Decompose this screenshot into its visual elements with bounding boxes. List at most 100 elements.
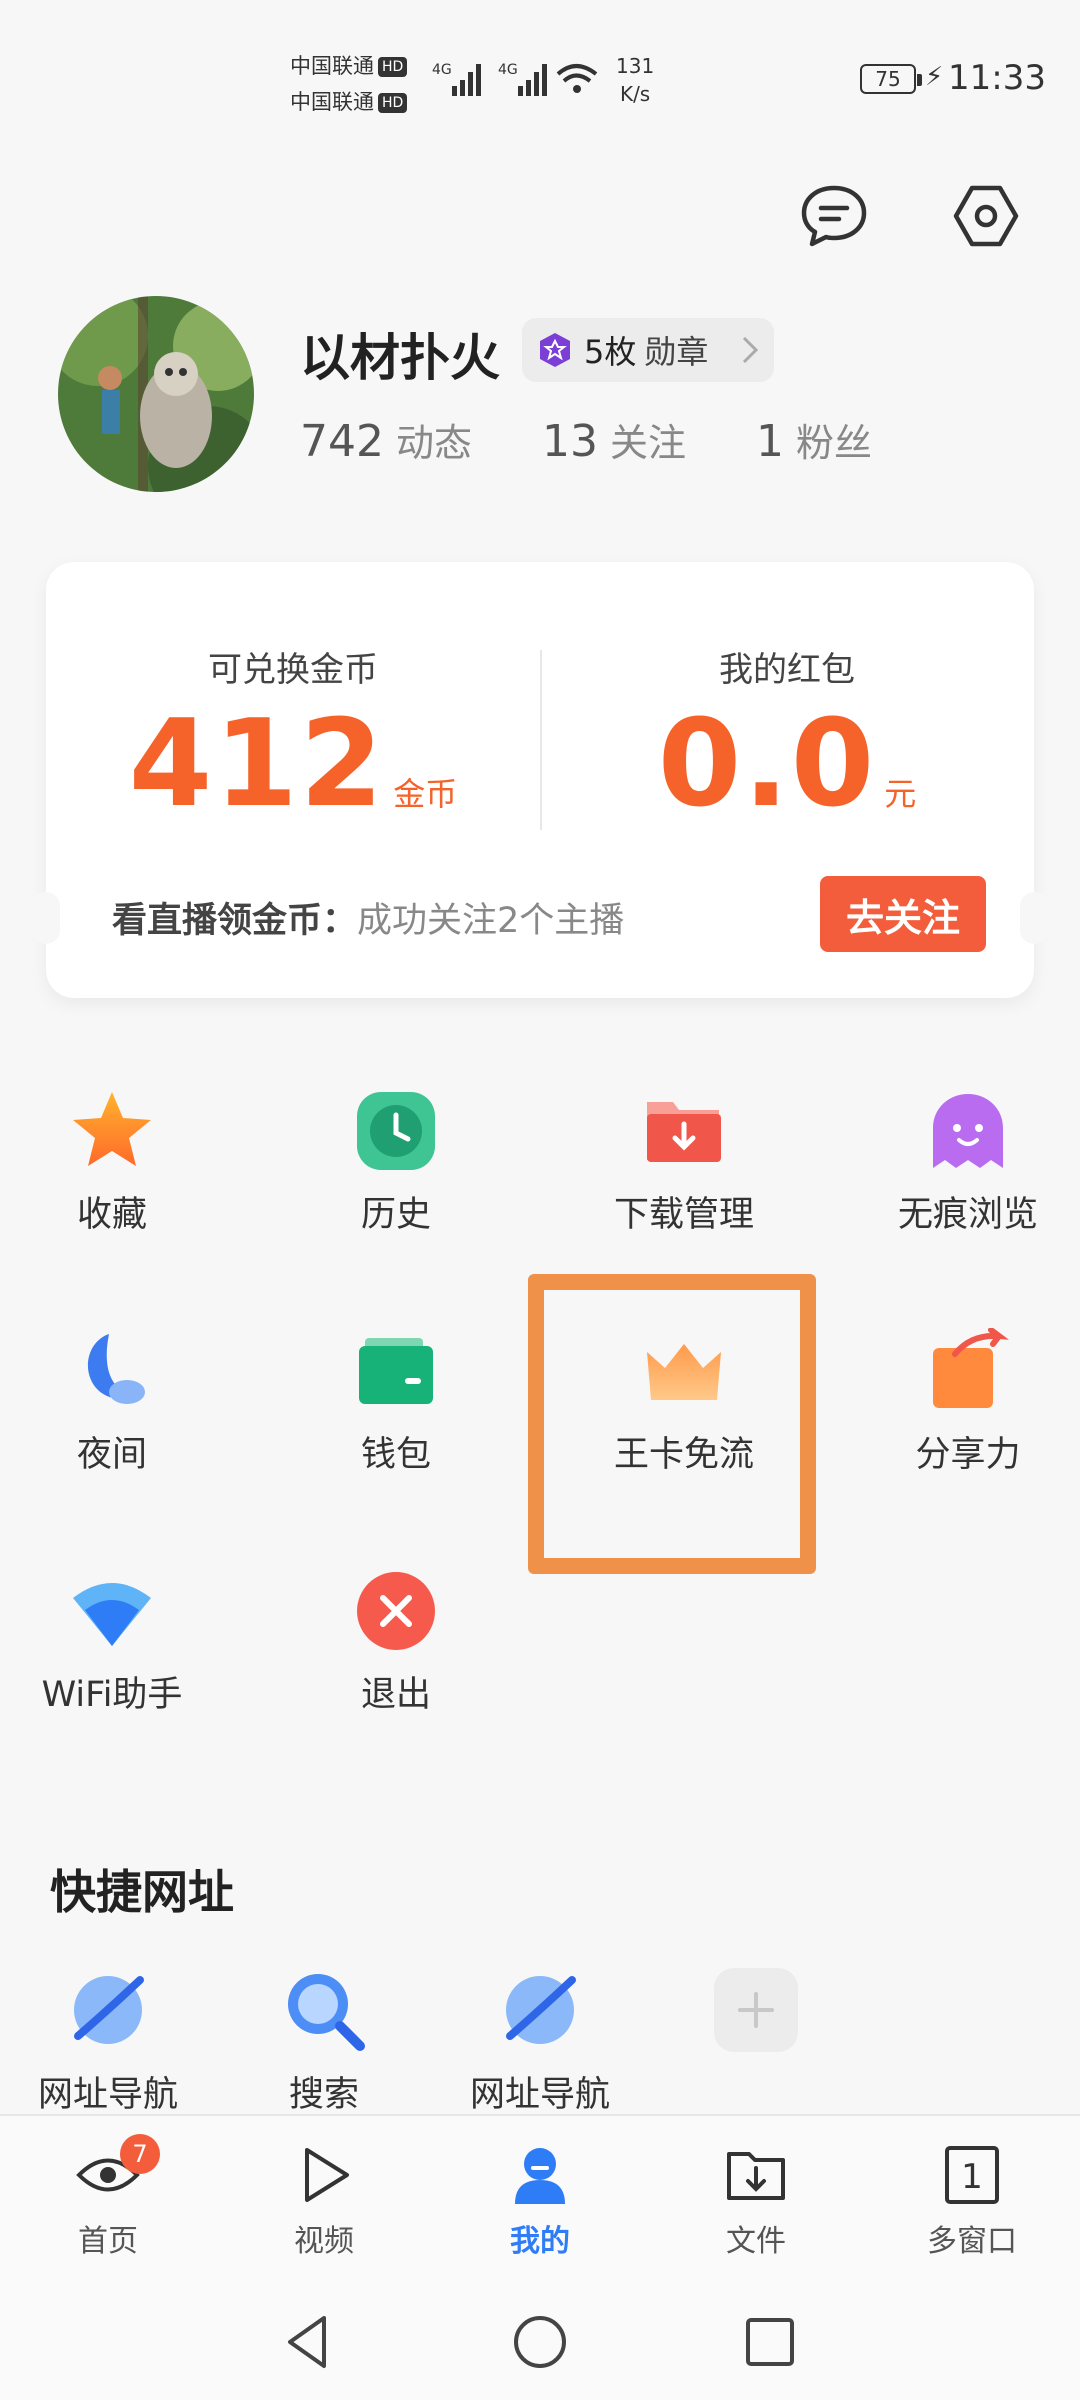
grid-item-history[interactable]: 历史 [286,1088,506,1237]
quick-links-title: 快捷网址 [50,1865,234,1919]
grid-label: 钱包 [360,1435,431,1475]
clock: 11:33 [948,58,1046,98]
network-speed: 131 K/s [616,52,654,108]
nav-home[interactable]: 7 首页 [28,2134,188,2260]
grid-item-wallet[interactable]: 钱包 [286,1328,506,1477]
grid-label: 退出 [360,1675,431,1715]
clock-icon [357,1092,435,1170]
window-count: 1 [961,2157,983,2197]
charging-icon: ⚡ [925,62,944,92]
grid-item-incognito[interactable]: 无痕浏览 [858,1088,1078,1237]
window-count-icon: 1 [945,2146,999,2204]
nav-label: 我的 [510,2224,570,2259]
carrier-1: 中国联通 [290,54,374,78]
task-title: 看直播领金币： [112,901,358,941]
task-desc: 成功关注2个主播 [357,901,625,941]
status-bar: 中国联通 HD 中国联通 HD 4G 4G 131 K/s 75 ⚡ 11:33 [0,0,1080,130]
redpacket-section[interactable]: 我的红包 0.0 元 [540,642,1034,834]
recents-icon[interactable] [740,2312,800,2372]
card-notch-left [32,892,60,944]
grid-item-night[interactable]: 夜间 [2,1328,222,1477]
medal-label: 勋章 [644,333,709,371]
quick-link-nav-2[interactable]: 网址导航 [440,1966,640,2117]
svg-text:4G: 4G [498,62,518,78]
quick-link-search[interactable]: 搜索 [224,1966,424,2117]
signal-icon: 4G 4G [432,62,598,96]
carrier-2: 中国联通 [290,90,374,114]
speed-value: 131 [616,54,655,78]
stat-posts[interactable]: 742 动态 [300,412,472,467]
follow-button[interactable]: 去关注 [820,876,986,952]
nav-files[interactable]: 文件 [676,2142,836,2260]
wifi-icon [73,1583,151,1646]
coin-card: 可兑换金币 412 金币 我的红包 0.0 元 看直播领金币：成功关注2个主播 去关… [32,562,1048,998]
coins-value: 412 [128,695,386,834]
back-icon[interactable] [280,2312,340,2372]
add-icon [714,1968,798,2052]
grid-item-wifi[interactable]: WiFi助手 [2,1568,222,1717]
highlight-box [528,1274,816,1574]
redpacket-value: 0.0 [657,695,877,834]
coins-title: 可兑换金币 [208,650,378,690]
redpacket-title: 我的红包 [719,650,855,690]
avatar-image [58,296,254,492]
stat-value: 13 [542,416,598,467]
username: 以材扑火 [300,329,500,387]
medal-badge[interactable]: 5枚 勋章 [522,318,774,382]
hd-badge-1: HD [378,57,408,77]
planet-icon [74,1976,144,2044]
grid-item-downloads[interactable]: 下载管理 [574,1088,794,1237]
nav-video[interactable]: 视频 [244,2142,404,2260]
grid-label: 分享力 [915,1435,1021,1475]
speed-unit: K/s [619,82,651,106]
stat-value: 1 [756,416,785,467]
download-folder-icon [647,1102,721,1162]
stat-following[interactable]: 13 关注 [542,412,686,467]
grid-item-favorites[interactable]: 收藏 [2,1088,222,1237]
notification-badge: 7 [120,2134,160,2174]
nav-label: 视频 [294,2224,354,2259]
stat-value: 742 [300,416,384,467]
nav-label: 文件 [726,2224,786,2259]
play-icon [305,2148,349,2202]
quick-link-label: 搜索 [288,2075,359,2115]
home-icon[interactable] [510,2312,570,2372]
wallet-icon [359,1338,433,1404]
moon-icon [87,1334,145,1404]
svg-text:4G: 4G [432,62,452,78]
message-icon[interactable] [798,180,870,252]
search-icon [288,1974,365,2051]
battery-icon: 75 [860,64,922,94]
medal-count: 5枚 [584,333,637,371]
coins-section[interactable]: 可兑换金币 412 金币 [46,642,540,834]
stat-label: 粉丝 [796,421,873,465]
nav-mine[interactable]: 我的 [460,2142,620,2260]
quick-link-nav-1[interactable]: 网址导航 [8,1966,208,2117]
grid-label: 下载管理 [613,1195,754,1235]
stat-label: 动态 [395,421,472,465]
stat-followers[interactable]: 1 粉丝 [756,412,872,467]
settings-icon[interactable] [950,180,1022,252]
quick-link-label: 网址导航 [37,2075,178,2115]
planet-icon [506,1976,576,2044]
grid-item-exit[interactable]: 退出 [286,1568,506,1717]
grid-item-share[interactable]: 分享力 [858,1328,1078,1477]
nav-windows[interactable]: 1 多窗口 [892,2142,1052,2260]
share-icon [933,1328,1009,1408]
bottom-nav: 7 首页 视频 我的 文件 1 多窗口 [0,2114,1080,2290]
ghost-icon [933,1094,1003,1168]
chevron-right-icon [742,336,759,364]
grid-label: WiFi助手 [41,1675,183,1715]
avatar[interactable] [58,296,254,492]
grid-label: 历史 [360,1195,431,1235]
grid-label: 收藏 [76,1195,147,1235]
nav-label: 首页 [78,2224,138,2259]
quick-link-label: 网址导航 [469,2075,610,2115]
hd-badge-2: HD [378,93,408,113]
quick-link-add[interactable] [656,1966,856,2066]
coins-unit: 金币 [393,775,458,813]
star-icon [73,1092,151,1166]
card-notch-right [1020,892,1048,944]
grid-label: 夜间 [76,1435,147,1475]
folder-download-icon [727,2152,785,2200]
